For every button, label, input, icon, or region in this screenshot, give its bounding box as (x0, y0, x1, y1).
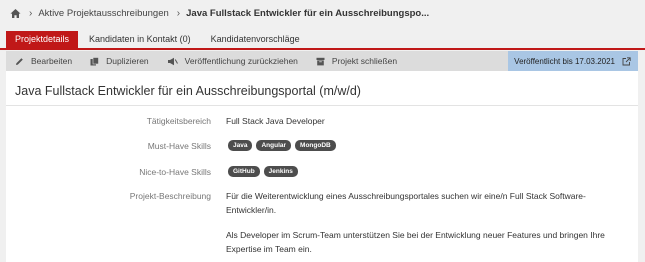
duplicate-label: Duplizieren (106, 56, 149, 66)
breadcrumb-item[interactable]: Aktive Projektausschreibungen (38, 8, 168, 19)
edit-button[interactable]: Bearbeiten (6, 51, 81, 71)
home-icon[interactable] (10, 8, 21, 19)
pencil-icon (16, 57, 23, 65)
project-details-panel: Java Fullstack Entwickler für ein Aussch… (6, 71, 638, 262)
must-have-skills-label: Must-Have Skills (147, 141, 211, 151)
megaphone-off-icon (167, 57, 178, 65)
skill-badge: GitHub (228, 166, 260, 177)
tab-bar: Projektdetails Kandidaten in Kontakt (0)… (0, 31, 645, 50)
project-description-paragraph: Als Developer im Scrum-Team unterstützen… (226, 230, 605, 254)
external-link-icon (622, 56, 631, 65)
skill-badge: Angular (256, 140, 292, 151)
edit-label: Bearbeiten (31, 56, 73, 66)
chevron-right-icon: › (29, 7, 33, 19)
divider (6, 105, 638, 106)
archive-icon (316, 57, 325, 65)
project-title: Java Fullstack Entwickler für ein Aussch… (15, 84, 361, 98)
tab-kandidaten-in-kontakt[interactable]: Kandidaten in Kontakt (0) (80, 31, 200, 48)
withdraw-publication-label: Veröffentlichung zurückziehen (184, 56, 298, 66)
chevron-right-icon: › (176, 7, 181, 19)
field-value: Full Stack Java Developer (226, 116, 325, 126)
breadcrumb-current: Java Fullstack Entwickler für ein Aussch… (186, 7, 430, 19)
published-until-badge[interactable]: Veröffentlicht bis 17.03.2021 (508, 51, 638, 71)
field-label: Tätigkeitsbereich (146, 116, 211, 126)
close-project-button[interactable]: Projekt schließen (307, 51, 406, 71)
toolbar: Bearbeiten Duplizieren Veröffentlichung … (6, 51, 638, 71)
close-project-label: Projekt schließen (331, 56, 398, 66)
copy-icon (90, 56, 99, 65)
tab-projektdetails[interactable]: Projektdetails (6, 31, 79, 48)
skill-badge: Java (228, 140, 253, 151)
project-description-label: Projekt-Beschreibung (129, 191, 211, 201)
duplicate-button[interactable]: Duplizieren (81, 51, 158, 71)
nice-to-have-skills-label: Nice-to-Have Skills (139, 167, 211, 177)
breadcrumb: › Aktive Projektausschreibungen › Java F… (0, 0, 645, 26)
must-have-skills: Java Angular MongoDB (228, 140, 340, 151)
tab-kandidatenvorschlaege[interactable]: Kandidatenvorschläge (202, 31, 309, 48)
nice-to-have-skills: GitHub Jenkins (228, 166, 302, 177)
skill-badge: Jenkins (263, 166, 298, 177)
withdraw-publication-button[interactable]: Veröffentlichung zurückziehen (158, 51, 307, 71)
project-description-paragraph: Für die Weiterentwicklung eines Ausschre… (226, 191, 586, 215)
published-until-label: Veröffentlicht bis 17.03.2021 (514, 56, 615, 66)
skill-badge: MongoDB (295, 140, 336, 151)
